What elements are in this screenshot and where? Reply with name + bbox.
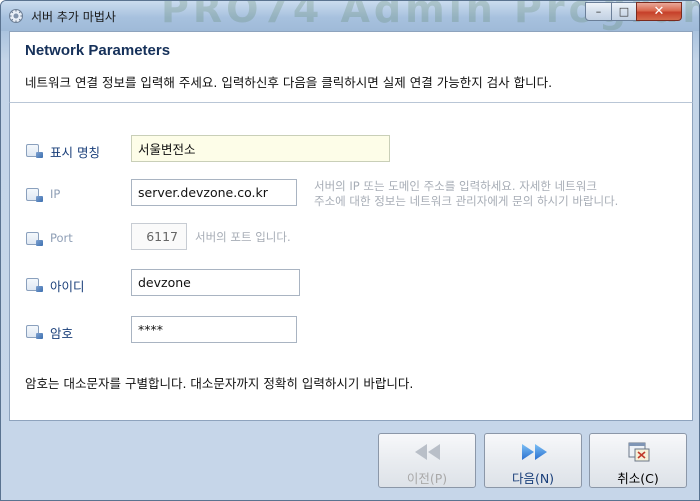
ip-checkbox-mark — [36, 196, 43, 202]
password-row: 암호 — [10, 316, 694, 346]
cancel-window-icon — [628, 442, 650, 462]
password-note: 암호는 대소문자를 구별합니다. 대소문자까지 정확히 입력하시기 바랍니다. — [25, 376, 414, 391]
minimize-button[interactable]: – — [585, 2, 612, 21]
app-gear-icon[interactable] — [8, 8, 24, 24]
password-label: 암호 — [50, 326, 74, 341]
user-id-row: 아이디 — [10, 269, 694, 299]
double-arrow-left-icon — [415, 444, 440, 460]
port-hint: 서버의 포트 입니다. — [195, 230, 291, 244]
close-button[interactable]: ✕ — [636, 2, 682, 21]
close-icon: ✕ — [653, 4, 665, 19]
prev-button[interactable]: 이전(P) — [378, 433, 476, 488]
title-bar[interactable]: PRO74 Admin Program 서버 추가 마법사 – □ ✕ — [1, 1, 699, 31]
display-name-input[interactable] — [131, 135, 390, 162]
user-id-input[interactable] — [131, 269, 300, 296]
cancel-button[interactable]: 취소(C) — [589, 433, 687, 488]
ip-hint-line1: 서버의 IP 또는 도메인 주소를 입력하세요. 자세한 네트워크 — [314, 179, 597, 193]
port-row: Port 서버의 포트 입니다. — [10, 223, 694, 253]
port-label: Port — [50, 231, 73, 245]
port-checkbox-mark — [36, 240, 43, 246]
display-name-label: 표시 명칭 — [50, 145, 100, 160]
window-title: 서버 추가 마법사 — [31, 10, 116, 24]
form-panel: 표시 명칭 IP 서버의 IP 또는 도메인 주소를 입력하세요. 자세한 네트… — [9, 103, 693, 421]
display-name-row: 표시 명칭 — [10, 135, 694, 165]
next-button[interactable]: 다음(N) — [484, 433, 582, 488]
ip-row: IP 서버의 IP 또는 도메인 주소를 입력하세요. 자세한 네트워크 주소에… — [10, 179, 694, 209]
ip-label: IP — [50, 187, 61, 201]
minimize-icon: – — [595, 5, 602, 18]
maximize-button[interactable]: □ — [611, 2, 637, 21]
password-input[interactable] — [131, 316, 297, 343]
page-description: 네트워크 연결 정보를 입력해 주세요. 입력하신후 다음을 클릭하시면 실제 … — [25, 75, 553, 90]
user-id-label: 아이디 — [50, 279, 85, 294]
wizard-header: Network Parameters 네트워크 연결 정보를 입력해 주세요. … — [9, 31, 693, 103]
cancel-button-label: 취소(C) — [617, 471, 659, 486]
maximize-icon: □ — [618, 5, 630, 18]
page-title: Network Parameters — [25, 42, 171, 59]
prev-button-label: 이전(P) — [406, 471, 448, 486]
port-input[interactable] — [131, 223, 187, 250]
next-button-label: 다음(N) — [511, 471, 555, 486]
user-id-checkbox-mark — [36, 286, 43, 292]
ip-input[interactable] — [131, 179, 297, 206]
password-checkbox-mark — [36, 333, 43, 339]
display-name-checkbox-mark — [36, 152, 43, 158]
wizard-window: PRO74 Admin Program 서버 추가 마법사 – □ ✕ Netw… — [0, 0, 700, 501]
ip-hint-line2: 주소에 대한 정보는 네트워크 관리자에게 문의 하시기 바랍니다. — [314, 194, 619, 208]
double-arrow-right-icon — [522, 444, 547, 460]
